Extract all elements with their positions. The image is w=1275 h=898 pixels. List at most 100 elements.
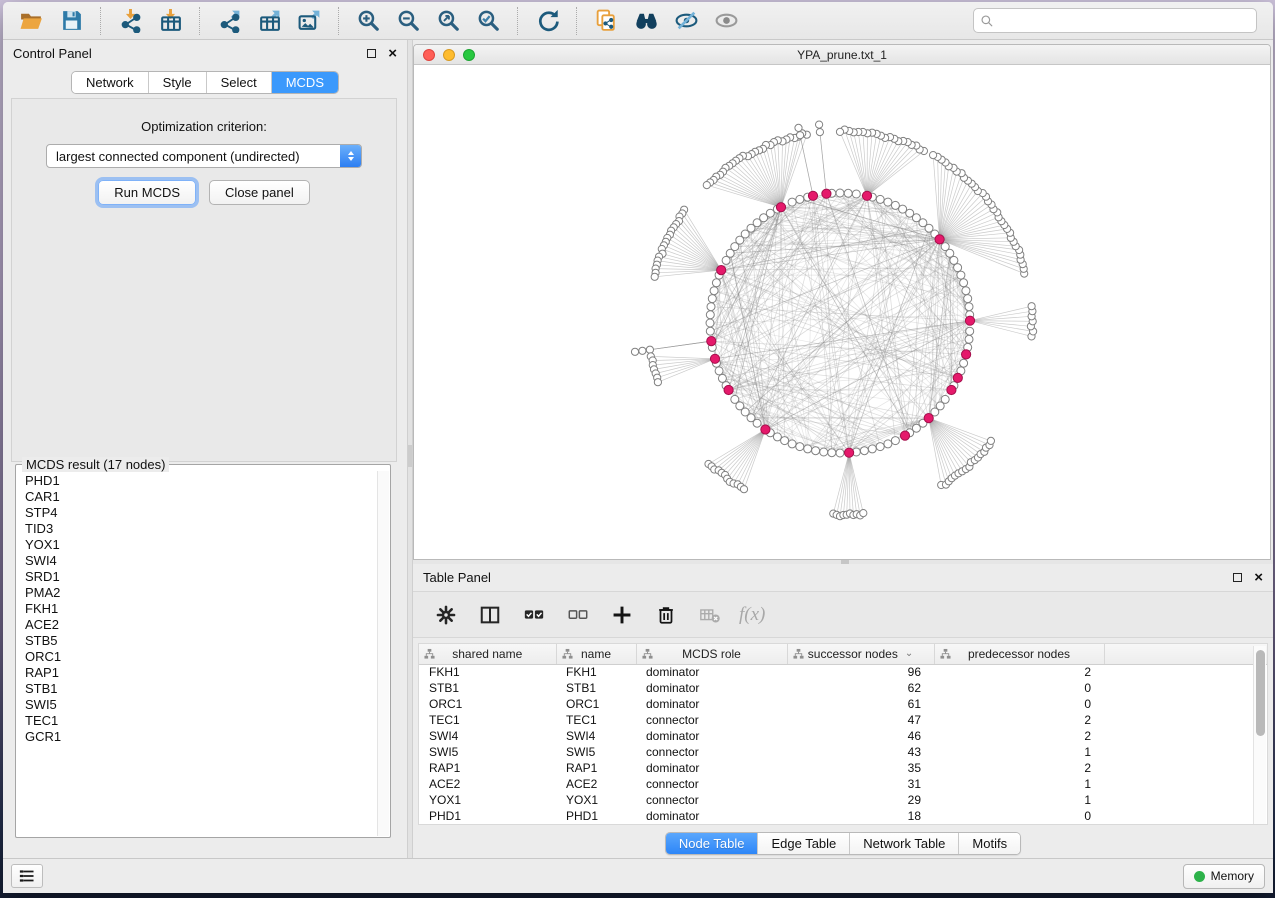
hide-selected-button[interactable] [666,5,706,37]
table-close-panel-icon[interactable]: × [1254,573,1263,582]
delete-table-button[interactable] [693,598,727,632]
apply-layout-button[interactable] [527,5,567,37]
optimization-criterion-select[interactable]: largest connected component (undirected) [46,144,362,168]
mcds-result-item[interactable]: PMA2 [18,585,376,601]
tab-node-table[interactable]: Node Table [666,833,759,854]
table-panel-title: Table Panel [423,570,1233,585]
delete-column-button[interactable] [649,598,683,632]
table-row[interactable]: SWI5SWI5connector431 [419,744,1268,760]
table-row[interactable]: ACE2ACE2connector311 [419,776,1268,792]
mcds-result-item[interactable]: GCR1 [18,729,376,745]
graph-node [781,437,789,445]
table-cell: 29 [787,792,934,808]
save-button[interactable] [51,5,91,37]
delete-column-icon [655,604,677,626]
mcds-result-item[interactable]: STP4 [18,505,376,521]
mcds-result-item[interactable]: SWI4 [18,553,376,569]
show-all-button[interactable] [706,5,746,37]
mcds-result-item[interactable]: FKH1 [18,601,376,617]
table-settings-button[interactable] [429,598,463,632]
mcds-result-item[interactable]: CAR1 [18,489,376,505]
mcds-result-item[interactable]: TID3 [18,521,376,537]
zoom-out-button[interactable] [388,5,428,37]
open-button[interactable] [11,5,51,37]
list-icon [17,867,37,885]
table-row[interactable]: RAP1RAP1dominator352 [419,760,1268,776]
column-header-name[interactable]: name [556,644,636,664]
close-window-icon[interactable] [423,49,435,61]
network-canvas[interactable] [414,65,1270,559]
graph-node [654,379,661,386]
table-cell: STB1 [556,680,636,696]
table-scrollbar[interactable] [1253,646,1266,824]
graph-node [828,449,836,457]
graph-node [795,124,802,131]
mcds-result-item[interactable]: SWI5 [18,697,376,713]
mcds-result-item[interactable]: YOX1 [18,537,376,553]
zoom-fit-button[interactable] [428,5,468,37]
graph-node [707,303,715,311]
add-column-button[interactable] [605,598,639,632]
mcds-result-item[interactable]: TEC1 [18,713,376,729]
export-network-icon [217,8,242,33]
mcds-result-item[interactable]: SRD1 [18,569,376,585]
mcds-result-item[interactable]: PHD1 [18,473,376,489]
minimize-window-icon[interactable] [443,49,455,61]
float-panel-icon[interactable] [367,49,376,58]
mcds-result-item[interactable]: ACE2 [18,617,376,633]
sort-menu-icon[interactable]: ⌄ [905,648,913,659]
close-panel-button[interactable]: Close panel [209,180,310,205]
export-image-button[interactable] [289,5,329,37]
graph-hub-node [845,448,854,457]
tab-edge-table[interactable]: Edge Table [758,833,850,854]
column-header-predecessor-nodes[interactable]: predecessor nodes [934,644,1104,664]
table-row[interactable]: SWI4SWI4dominator462 [419,728,1268,744]
column-header-successor-nodes[interactable]: successor nodes⌄ [787,644,934,664]
new-network-from-selection-button[interactable] [586,5,626,37]
table-row[interactable]: YOX1YOX1connector291 [419,792,1268,808]
mcds-result-item[interactable]: RAP1 [18,665,376,681]
mcds-result-item[interactable]: ORC1 [18,649,376,665]
memory-button[interactable]: Memory [1183,864,1265,889]
mcds-result-item[interactable]: STB1 [18,681,376,697]
show-panels-button[interactable] [11,864,43,888]
table-row[interactable]: TEC1TEC1connector472 [419,712,1268,728]
export-network-button[interactable] [209,5,249,37]
tab-network[interactable]: Network [72,72,149,93]
column-header-MCDS-role[interactable]: MCDS role [636,644,787,664]
column-header-shared-name[interactable]: shared name [419,644,556,664]
import-network-icon [118,8,143,33]
zoom-in-button[interactable] [348,5,388,37]
tab-style[interactable]: Style [149,72,207,93]
graph-node [930,152,937,159]
mcds-result-item[interactable]: STB5 [18,633,376,649]
table-row[interactable]: STB1STB1dominator620 [419,680,1268,696]
table-cell-filler [1104,712,1268,728]
close-panel-icon[interactable]: × [388,49,397,58]
tab-mcds[interactable]: MCDS [272,72,338,93]
vertical-splitter-grip[interactable] [408,445,412,467]
import-table-button[interactable] [150,5,190,37]
function-builder-button[interactable]: f(x) [739,604,765,626]
show-columns-button[interactable] [473,598,507,632]
table-float-panel-icon[interactable] [1233,573,1242,582]
maximize-window-icon[interactable] [463,49,475,61]
table-cell: PHD1 [556,808,636,824]
table-row[interactable]: FKH1FKH1dominator962 [419,664,1268,680]
zoom-selected-button[interactable] [468,5,508,37]
table-cell: SWI5 [556,744,636,760]
select-all-columns-button[interactable] [517,598,551,632]
tab-motifs[interactable]: Motifs [959,833,1020,854]
unselect-all-columns-button[interactable] [561,598,595,632]
table-row[interactable]: ORC1ORC1dominator610 [419,696,1268,712]
tab-network-table[interactable]: Network Table [850,833,959,854]
export-table-button[interactable] [249,5,289,37]
run-mcds-button[interactable]: Run MCDS [98,180,196,205]
table-row[interactable]: PHD1PHD1dominator180 [419,808,1268,824]
import-network-button[interactable] [110,5,150,37]
table-scrollbar-thumb[interactable] [1256,650,1265,736]
search-input[interactable] [998,11,1256,31]
mcds-result-scrollbar[interactable] [377,471,389,836]
tab-select[interactable]: Select [207,72,272,93]
first-neighbors-button[interactable] [626,5,666,37]
